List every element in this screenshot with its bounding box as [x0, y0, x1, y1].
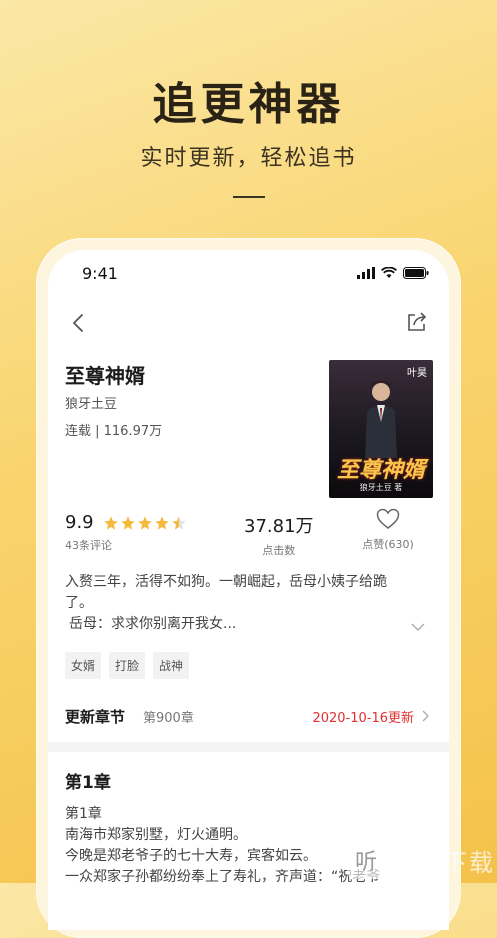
- status-icons: [357, 267, 429, 279]
- book-description: 入赘三年，活得不如狗。一朝崛起，岳母小姨子给跪了。 岳母：求求你别离开我女...: [65, 572, 405, 635]
- battery-icon: [403, 267, 429, 279]
- clicks-stat: 37.81万 点击数: [244, 512, 314, 558]
- review-count: 43条评论: [65, 539, 112, 552]
- promo-divider: [233, 196, 265, 198]
- wifi-icon: [381, 267, 397, 278]
- status-bar: 9:41: [48, 264, 449, 284]
- tag-item[interactable]: 战神: [153, 652, 190, 679]
- latest-chapter: 第900章: [143, 711, 194, 726]
- chapter-title[interactable]: 第1章: [65, 768, 111, 793]
- section-divider: [48, 742, 449, 752]
- cover-author: 狼牙土豆 著: [359, 483, 403, 492]
- chevron-down-icon[interactable]: [411, 622, 425, 632]
- description-line: 入赘三年，活得不如狗。一朝崛起，岳母小姨子给跪了。: [65, 574, 387, 611]
- cover-tag: 叶昊: [407, 368, 427, 379]
- update-label: 更新章节: [65, 708, 126, 726]
- rating-stat[interactable]: 9.9 43条评论: [65, 512, 187, 553]
- book-meta: 连载 | 116.97万: [65, 424, 163, 439]
- star-icon: [138, 516, 153, 530]
- app-screen: 9:41 至尊神婿 狼牙土豆 连载 | 116.97万 叶昊 至尊神婿 狼牙土豆…: [48, 250, 449, 930]
- chapter-line: 第1章: [65, 806, 102, 822]
- share-icon[interactable]: [405, 310, 429, 334]
- clicks-label: 点击数: [262, 544, 296, 557]
- star-icon: [155, 516, 170, 530]
- rating-value: 9.9: [65, 512, 94, 533]
- latest-chapter-row[interactable]: 更新章节 第900章 2020-10-16更新: [65, 704, 432, 728]
- phone-frame: 9:41 至尊神婿 狼牙土豆 连载 | 116.97万 叶昊 至尊神婿 狼牙土豆…: [36, 238, 461, 938]
- back-icon[interactable]: [68, 312, 90, 334]
- promo-headline: 追更神器: [152, 79, 345, 130]
- like-count: 点赞(630): [362, 538, 414, 551]
- chevron-right-icon: [422, 710, 429, 722]
- star-icon: [104, 516, 119, 530]
- half-star-icon: [172, 516, 187, 530]
- promo-subline: 实时更新，轻松追书: [140, 146, 357, 171]
- heart-icon: [376, 508, 400, 529]
- book-cover[interactable]: 叶昊 至尊神婿 狼牙土豆 著: [329, 360, 433, 498]
- tag-item[interactable]: 打脸: [109, 652, 146, 679]
- rating-stars: [103, 515, 187, 531]
- update-date: 2020-10-16更新: [312, 711, 414, 726]
- watermark-text: 一听下载: [391, 848, 495, 877]
- tag-item[interactable]: 女婿: [65, 652, 102, 679]
- clicks-value: 37.81万: [244, 516, 314, 537]
- cover-figure-illustration: [365, 381, 397, 458]
- watermark-logo: 听: [347, 841, 385, 879]
- book-title: 至尊神婿: [65, 364, 145, 388]
- cover-title: 至尊神婿: [336, 457, 425, 483]
- book-author[interactable]: 狼牙土豆: [65, 393, 117, 412]
- signal-icon: [357, 267, 375, 279]
- star-icon: [121, 516, 136, 530]
- watermark: 听 一听下载: [347, 841, 495, 879]
- description-line: 岳母：求求你别离开我女...: [69, 616, 237, 632]
- tag-list: 女婿 打脸 战神: [65, 652, 190, 679]
- like-button[interactable]: 点赞(630): [353, 508, 423, 552]
- status-time: 9:41: [82, 264, 118, 283]
